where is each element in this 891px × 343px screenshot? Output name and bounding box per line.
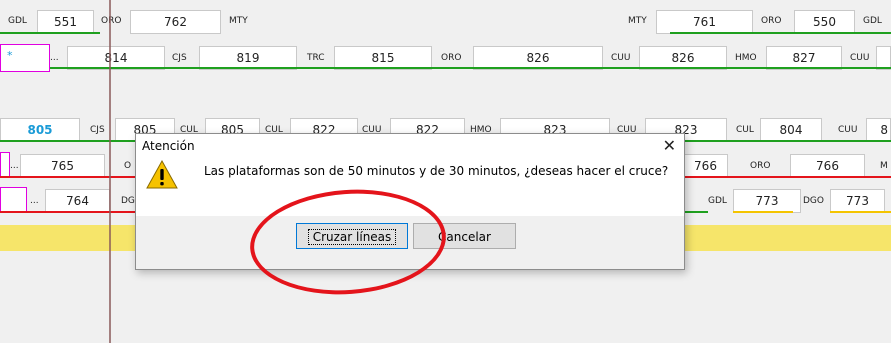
station-code: CJS xyxy=(90,125,105,135)
trip-cell[interactable]: 761 xyxy=(656,10,753,34)
trip-cell[interactable]: 764 xyxy=(45,189,110,213)
route-line-green xyxy=(683,211,708,213)
station-code: GDL xyxy=(863,16,882,26)
trip-cell[interactable]: 551 xyxy=(37,10,94,34)
station-code: ORO xyxy=(441,53,462,63)
trip-cell[interactable]: 766 xyxy=(683,154,728,178)
trip-cell[interactable]: 804 xyxy=(760,118,822,142)
station-code: ORO xyxy=(761,16,782,26)
station-code: CJS xyxy=(172,53,187,63)
trip-cell[interactable]: 550 xyxy=(794,10,855,34)
route-line-yellow xyxy=(733,211,793,213)
station-code: CUU xyxy=(611,53,631,63)
ellipsis: ... xyxy=(10,161,19,171)
trip-cell[interactable]: 765 xyxy=(20,154,105,178)
station-code: ORO xyxy=(750,161,771,171)
station-code: TRC xyxy=(307,53,325,63)
station-code: CUU xyxy=(838,125,858,135)
trip-cell[interactable]: 766 xyxy=(790,154,865,178)
ellipsis: ... xyxy=(30,196,39,206)
station-code: CUL xyxy=(736,125,754,135)
trip-cell-partial[interactable]: 8 xyxy=(866,118,891,142)
trip-cell[interactable]: 773 xyxy=(830,189,885,213)
station-code: ORO xyxy=(101,16,122,26)
route-line-green xyxy=(670,32,891,34)
station-code: HMO xyxy=(735,53,757,63)
station-code: GDL xyxy=(708,196,727,206)
trip-cell[interactable]: 773 xyxy=(733,189,801,213)
route-line-green xyxy=(0,32,100,34)
route-line-red xyxy=(0,176,135,178)
close-icon[interactable]: ✕ xyxy=(663,136,676,155)
route-line-red xyxy=(683,176,891,178)
dialog-title: Atención xyxy=(142,139,195,153)
station-code: MTY xyxy=(229,16,248,26)
route-line-red xyxy=(0,211,135,213)
dialog-message: Las plataformas son de 50 minutos y de 3… xyxy=(204,164,669,178)
current-time-line xyxy=(109,0,111,343)
route-line-yellow xyxy=(830,211,891,213)
selected-trip-cell-partial[interactable] xyxy=(0,152,10,178)
station-code: CUU xyxy=(850,53,870,63)
station-code: O xyxy=(124,161,132,171)
station-code: M xyxy=(880,161,888,171)
station-code: DGO xyxy=(803,196,824,206)
trip-cell[interactable]: 762 xyxy=(130,10,221,34)
station-code: DG xyxy=(121,196,135,206)
station-code: GDL xyxy=(8,16,27,26)
trip-cell[interactable]: 805 xyxy=(0,118,80,142)
warning-icon xyxy=(146,160,178,189)
station-code: MTY xyxy=(628,16,647,26)
ellipsis: ... xyxy=(50,53,59,63)
selected-trip-cell[interactable] xyxy=(0,187,27,213)
selected-trip-cell[interactable]: * xyxy=(0,44,50,72)
route-line-green xyxy=(50,67,891,69)
